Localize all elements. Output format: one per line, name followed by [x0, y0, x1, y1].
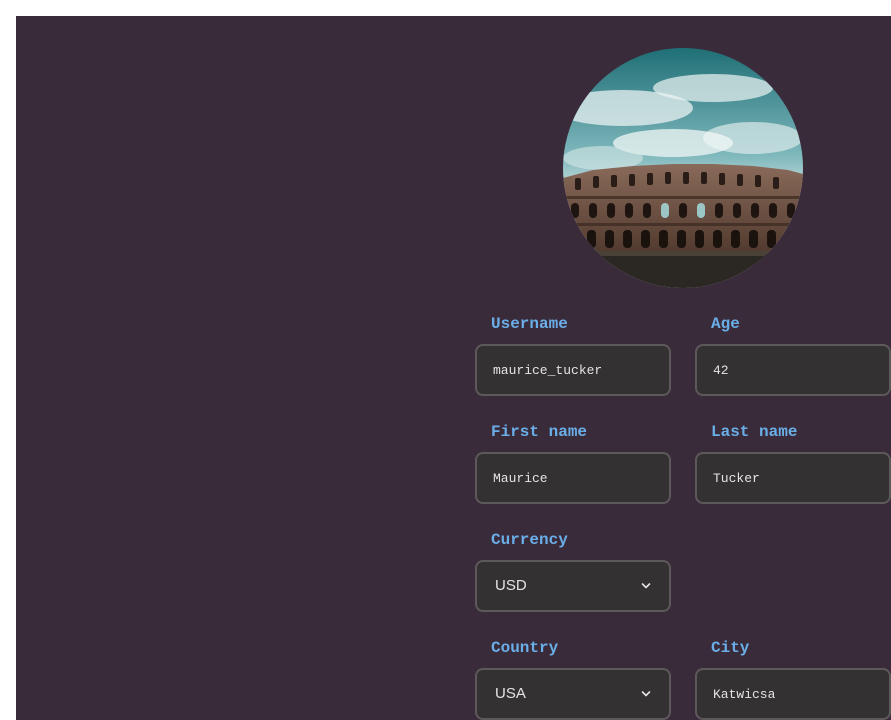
age-label: Age	[711, 315, 740, 333]
chevron-down-icon	[641, 691, 651, 697]
colosseum-photo-icon	[563, 48, 803, 288]
chevron-down-icon	[641, 583, 651, 589]
currency-label: Currency	[491, 531, 568, 549]
first-name-label: First name	[491, 423, 588, 441]
city-input[interactable]	[695, 668, 891, 720]
username-label: Username	[491, 315, 568, 333]
last-name-label: Last name	[711, 423, 798, 441]
first-name-input[interactable]	[475, 452, 671, 504]
currency-select[interactable]: USD	[475, 560, 671, 612]
country-value: USA	[495, 685, 526, 702]
age-input[interactable]	[695, 344, 891, 396]
username-input[interactable]	[475, 344, 671, 396]
last-name-input[interactable]	[695, 452, 891, 504]
country-label: Country	[491, 639, 559, 657]
currency-value: USD	[495, 577, 527, 594]
country-select[interactable]: USA	[475, 668, 671, 720]
city-label: City	[711, 639, 750, 657]
avatar	[563, 48, 803, 288]
profile-panel: Username Age First name Last name Curren…	[16, 16, 891, 720]
